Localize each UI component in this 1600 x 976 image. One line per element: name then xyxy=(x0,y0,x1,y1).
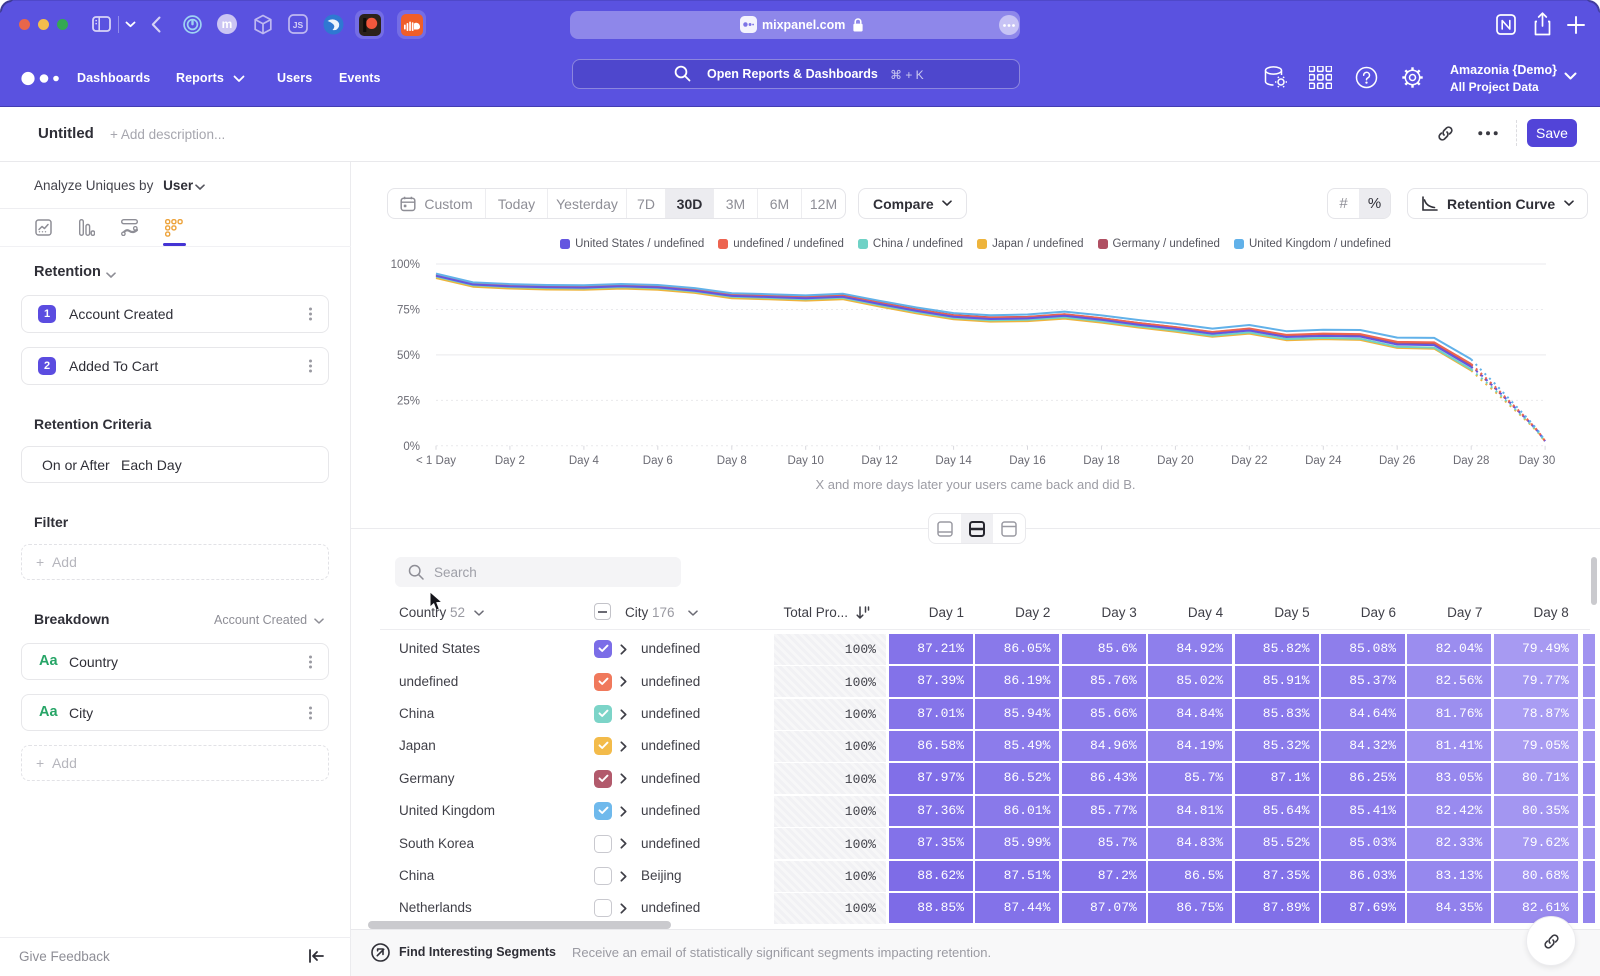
svg-text:Day 2: Day 2 xyxy=(495,455,525,467)
svg-text:Day 30: Day 30 xyxy=(1519,455,1555,467)
svg-text:Day 16: Day 16 xyxy=(1009,455,1045,467)
svg-text:Day 22: Day 22 xyxy=(1231,455,1267,467)
svg-text:< 1 Day: < 1 Day xyxy=(416,455,456,467)
svg-text:0%: 0% xyxy=(403,441,420,453)
svg-text:Day 12: Day 12 xyxy=(861,455,897,467)
svg-text:Day 24: Day 24 xyxy=(1305,455,1342,467)
svg-text:Day 4: Day 4 xyxy=(569,455,600,467)
svg-text:Day 20: Day 20 xyxy=(1157,455,1193,467)
svg-text:Day 8: Day 8 xyxy=(717,455,747,467)
svg-text:Day 28: Day 28 xyxy=(1453,455,1489,467)
svg-text:Day 10: Day 10 xyxy=(787,455,823,467)
svg-text:50%: 50% xyxy=(397,350,420,362)
svg-text:Day 6: Day 6 xyxy=(643,455,673,467)
svg-text:25%: 25% xyxy=(397,395,420,407)
svg-text:Day 14: Day 14 xyxy=(935,455,972,467)
svg-text:75%: 75% xyxy=(397,305,420,317)
svg-text:Day 26: Day 26 xyxy=(1379,455,1415,467)
svg-text:Day 18: Day 18 xyxy=(1083,455,1119,467)
svg-text:100%: 100% xyxy=(391,259,420,271)
